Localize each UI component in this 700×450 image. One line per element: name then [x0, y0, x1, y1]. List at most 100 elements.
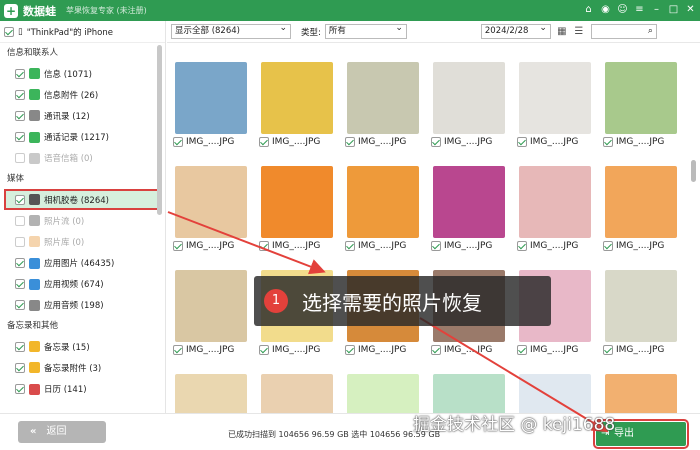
photo-thumbnail[interactable] [433, 374, 505, 413]
photo-thumbnail[interactable] [175, 374, 247, 413]
item-checkbox[interactable] [15, 153, 25, 164]
photo-item[interactable]: IMG_....JPG [428, 161, 510, 264]
item-checkbox[interactable] [15, 68, 25, 79]
photo-checkbox[interactable] [345, 137, 355, 147]
sidebar-item[interactable]: 信息 (1071) [0, 63, 165, 84]
photo-item[interactable]: IMG_....JPG [342, 57, 424, 160]
photo-checkbox[interactable] [345, 241, 355, 251]
sidebar-item[interactable]: 应用视频 (674) [0, 274, 165, 295]
device-row[interactable]: ▯ "ThinkPad"的 iPhone [0, 21, 165, 43]
photo-item[interactable]: IMG_....JPG [170, 161, 252, 264]
grid-view-icon[interactable]: ▦ [556, 26, 568, 38]
photo-thumbnail[interactable] [605, 62, 677, 134]
main-scrollbar[interactable] [691, 160, 696, 182]
sidebar-item[interactable]: 日历 (141) [0, 378, 165, 399]
chat-icon[interactable]: ☺ [617, 3, 628, 17]
photo-checkbox[interactable] [173, 241, 183, 251]
photo-thumbnail[interactable] [605, 166, 677, 238]
sidebar-item[interactable]: 信息附件 (26) [0, 84, 165, 105]
photo-checkbox[interactable] [517, 241, 527, 251]
item-checkbox[interactable] [15, 215, 25, 226]
photo-item[interactable]: IMG_....JPG [600, 369, 682, 413]
photo-item[interactable]: IMG_....JPG [600, 265, 682, 368]
photo-thumbnail[interactable] [433, 62, 505, 134]
photo-item[interactable]: IMG_....JPG [514, 57, 596, 160]
photo-thumbnail[interactable] [261, 374, 333, 413]
photo-checkbox[interactable] [259, 345, 269, 355]
photo-checkbox[interactable] [431, 137, 441, 147]
photo-thumbnail[interactable] [347, 374, 419, 413]
photo-item[interactable]: IMG_....JPG [600, 57, 682, 160]
photo-checkbox[interactable] [603, 241, 613, 251]
sidebar-item[interactable]: 照片库 (0) [0, 231, 165, 252]
photo-item[interactable]: IMG_....JPG [170, 369, 252, 413]
sidebar-scrollbar[interactable] [157, 45, 162, 215]
photo-checkbox[interactable] [517, 345, 527, 355]
filter-select[interactable]: 显示全部 (8264) [171, 22, 291, 39]
device-checkbox[interactable] [4, 26, 14, 37]
sidebar-item[interactable]: 应用音频 (198) [0, 295, 165, 316]
minimize-icon[interactable]: – [651, 3, 662, 17]
photo-item[interactable]: IMG_....JPG [170, 265, 252, 368]
type-select[interactable]: 所有 [324, 22, 407, 39]
photo-thumbnail[interactable] [519, 166, 591, 238]
item-checkbox[interactable] [15, 89, 25, 100]
item-checkbox[interactable] [15, 300, 25, 311]
photo-thumbnail[interactable] [261, 62, 333, 134]
photo-checkbox[interactable] [603, 345, 613, 355]
photo-checkbox[interactable] [603, 137, 613, 147]
close-icon[interactable]: ✕ [685, 3, 696, 17]
photo-item[interactable]: IMG_....JPG [256, 161, 338, 264]
photo-checkbox[interactable] [431, 345, 441, 355]
photo-item[interactable]: IMG_....JPG [514, 369, 596, 413]
sidebar-item[interactable]: 照片流 (0) [0, 210, 165, 231]
photo-thumbnail[interactable] [519, 374, 591, 413]
photo-checkbox[interactable] [345, 345, 355, 355]
photo-thumbnail[interactable] [519, 62, 591, 134]
item-checkbox[interactable] [15, 132, 25, 143]
item-checkbox[interactable] [15, 236, 25, 247]
item-checkbox[interactable] [15, 362, 25, 373]
sidebar-item[interactable]: 相机胶卷 (8264) [4, 188, 161, 211]
sidebar-item[interactable]: 通讯录 (12) [0, 105, 165, 126]
sidebar-item[interactable]: 通话记录 (1217) [0, 127, 165, 148]
photo-item[interactable]: IMG_....JPG [600, 161, 682, 264]
photo-thumbnail[interactable] [347, 166, 419, 238]
item-checkbox[interactable] [15, 194, 25, 205]
photo-item[interactable]: IMG_....JPG [256, 57, 338, 160]
photo-item[interactable]: IMG_....JPG [170, 57, 252, 160]
menu-icon[interactable]: ≡ [634, 3, 645, 17]
sidebar-item[interactable]: 备忘录附件 (3) [0, 357, 165, 378]
photo-item[interactable]: IMG_....JPG [514, 161, 596, 264]
cart-icon[interactable]: ⌂ [583, 3, 594, 17]
photo-item[interactable]: IMG_....JPG [428, 369, 510, 413]
photo-thumbnail[interactable] [605, 270, 677, 342]
photo-item[interactable]: IMG_....JPG [342, 369, 424, 413]
photo-thumbnail[interactable] [605, 374, 677, 413]
sidebar-item[interactable]: 语音信箱 (0) [0, 148, 165, 169]
photo-thumbnail[interactable] [347, 62, 419, 134]
search-icon[interactable]: ⌕ [648, 26, 653, 36]
photo-checkbox[interactable] [431, 241, 441, 251]
photo-thumbnail[interactable] [433, 166, 505, 238]
photo-thumbnail[interactable] [175, 62, 247, 134]
photo-checkbox[interactable] [517, 137, 527, 147]
photo-thumbnail[interactable] [175, 270, 247, 342]
item-checkbox[interactable] [15, 110, 25, 121]
photo-checkbox[interactable] [173, 345, 183, 355]
item-checkbox[interactable] [15, 258, 25, 269]
photo-checkbox[interactable] [173, 137, 183, 147]
item-checkbox[interactable] [15, 341, 25, 352]
maximize-icon[interactable]: □ [668, 3, 679, 17]
photo-checkbox[interactable] [259, 137, 269, 147]
photo-item[interactable]: IMG_....JPG [342, 161, 424, 264]
photo-thumbnail[interactable] [175, 166, 247, 238]
search-input[interactable]: ⌕ [590, 24, 657, 39]
back-button[interactable]: « 返回 [18, 421, 106, 443]
user-icon[interactable]: ◉ [600, 3, 611, 17]
item-checkbox[interactable] [15, 384, 25, 395]
photo-item[interactable]: IMG_....JPG [256, 369, 338, 413]
sidebar-item[interactable]: 备忘录 (15) [0, 336, 165, 357]
item-checkbox[interactable] [15, 279, 25, 290]
sidebar-item[interactable]: 应用图片 (46435) [0, 253, 165, 274]
